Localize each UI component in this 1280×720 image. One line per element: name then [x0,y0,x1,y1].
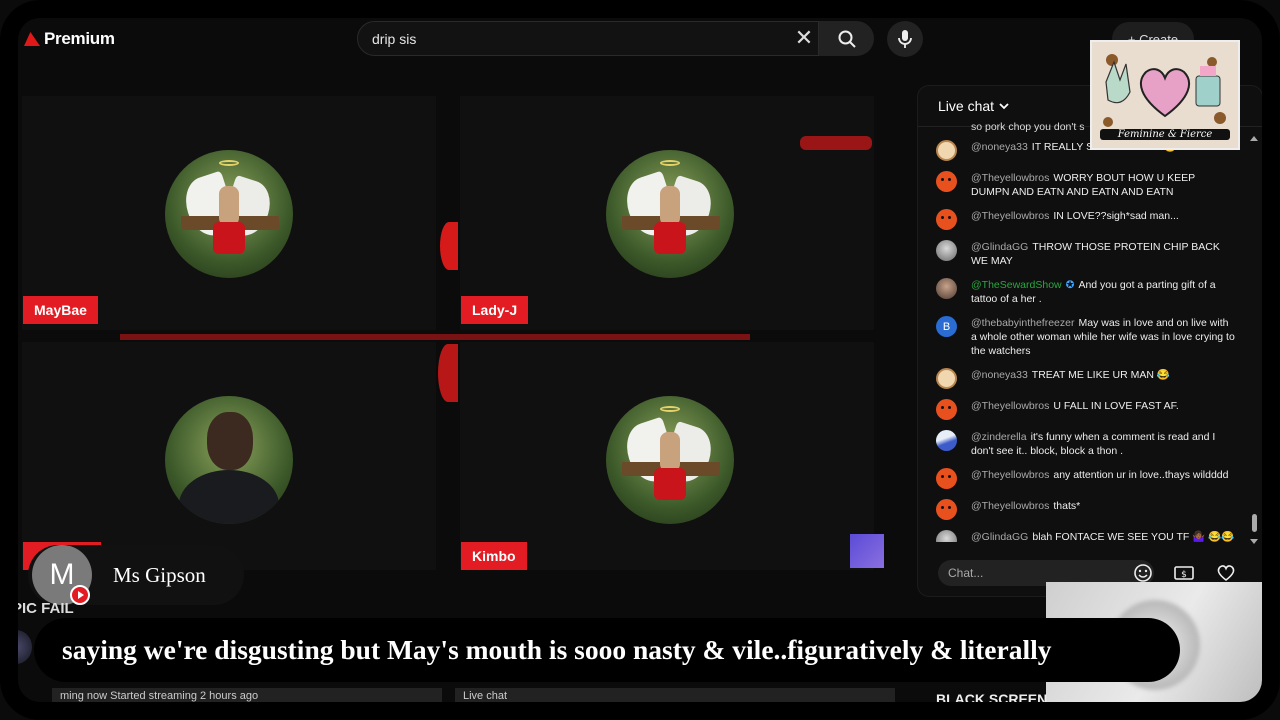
scroll-down-icon[interactable] [1250,539,1258,544]
user-avatar [936,530,957,542]
message-author[interactable]: @Theyellowbros [971,210,1049,222]
video-tile-3 [22,342,436,570]
message-author[interactable]: @GlindaGG [971,531,1028,542]
devil-avatar-icon [936,171,957,192]
participant-name-tag: MayBae [23,296,98,324]
message-author[interactable]: @thebabyinthefreezer [971,317,1074,329]
channel-thumbnail [0,630,32,664]
chevron-down-icon [999,103,1009,110]
emoji-icon [1134,564,1152,582]
caption-text: saying we're disgusting but May's mouth … [62,634,1052,665]
red-graphic-decoration [440,222,458,270]
message-text: IN LOVE??sigh*sad man... [1053,210,1179,222]
chat-scrollbar[interactable] [1250,136,1258,544]
chat-message: @GlindaGG THROW THOSE PROTEIN CHIP BACK W… [936,240,1236,268]
red-graphic-decoration [800,136,872,150]
live-chat-tab-label: Live chat [463,690,508,702]
user-avatar [936,240,957,261]
live-chat-panel: Live chat ✕ so pork chop you don't s @no… [917,85,1263,597]
message-text: blah FONTACE WE SEE YOU TF 🤷🏾‍♀️ 😂😂 [1032,531,1235,542]
chat-message: @Theyellowbros thats* [936,499,1236,520]
clear-search-button[interactable]: ✕ [790,27,818,51]
screen: Premium ✕ + Create MayBae Lady-J [0,0,1280,720]
person-avatar [165,396,293,524]
message-text: any attention ur in love..thays wildddd [1053,469,1229,481]
caption-banner: saying we're disgusting but May's mouth … [34,618,1180,682]
heart-icon [1217,565,1235,582]
message-author[interactable]: @Theyellowbros [971,400,1049,412]
chat-message: @zinderella it's funny when a comment is … [936,430,1236,458]
message-author[interactable]: @GlindaGG [971,241,1028,253]
feminine-fierce-sticker: Feminine & Fierce [1090,40,1240,150]
scroll-up-icon[interactable] [1250,136,1258,141]
message-author[interactable]: @zinderella [971,431,1027,443]
chat-message: @Theyellowbros any attention ur in love..… [936,468,1236,489]
search-icon [838,30,856,48]
devil-avatar-icon [936,499,957,520]
letter-avatar: B [936,316,957,337]
black-screen-label: BLACK SCREEN [936,691,1048,707]
message-author[interactable]: @noneya33 [971,141,1028,153]
devil-avatar-icon [936,468,957,489]
angel-avatar [606,396,734,524]
red-graphic-decoration [120,334,750,340]
devil-avatar-icon [936,399,957,420]
chat-message: B @thebabyinthefreezer May was in love an… [936,316,1236,358]
chat-message: @noneya33 TREAT ME LIKE UR MAN 😂 [936,368,1236,389]
participant-name-tag: Lady-J [461,296,529,324]
youtube-logo-icon [24,32,40,46]
message-text: so pork chop you don't s [971,121,1085,133]
video-tile-2: Lady-J [460,96,874,330]
live-chat-title: Live chat [938,98,995,114]
verified-badge-icon: ✪ [1065,279,1075,291]
chat-message-list[interactable]: so pork chop you don't s @noneya33 IT REA… [936,120,1236,542]
red-graphic-decoration [438,344,458,402]
chat-message: @Theyellowbros WORRY BOUT HOW U KEEP DUMP… [936,171,1236,199]
message-author[interactable]: @Theyellowbros [971,469,1049,481]
participant-name-tag: Kimbo [461,542,527,570]
voice-search-button[interactable] [887,21,923,57]
video-tile-4: Kimbo [460,342,884,570]
angel-avatar [606,150,734,278]
message-author[interactable]: @Theyellowbros [971,500,1049,512]
youtube-premium-logo[interactable]: Premium [24,29,115,49]
viewer-comment-card: M Ms Gipson [28,545,244,605]
message-text: thats* [1053,500,1081,512]
chat-message: @Theyellowbros IN LOVE??sigh*sad man... [936,209,1236,230]
money-icon: $ [1174,566,1194,580]
chat-message: @GlindaGG blah FONTACE WE SEE YOU TF 🤷🏾‍♀… [936,530,1236,542]
small-logo-thumbnail [850,534,884,568]
scrollbar-thumb[interactable] [1252,514,1257,532]
video-tile-1: MayBae [22,96,436,330]
message-text: U FALL IN LOVE FAST AF. [1053,400,1179,412]
microphone-icon [898,30,912,48]
bear-avatar-icon [936,140,957,161]
message-author[interactable]: @noneya33 [971,369,1028,381]
user-avatar [936,278,957,299]
live-chat-tab[interactable]: Live chat [455,688,895,704]
epic-fail-label: EPIC FAIL [2,600,74,617]
message-author[interactable]: @Theyellowbros [971,172,1049,184]
chat-message: @TheSewardShow ✪ And you got a parting gif… [936,278,1236,306]
logo-text: Premium [44,29,115,48]
chat-message: @Theyellowbros U FALL IN LOVE FAST AF. [936,399,1236,420]
search-box[interactable] [357,21,819,56]
bear-avatar-icon [936,368,957,389]
message-text: TREAT ME LIKE UR MAN 😂 [1031,369,1170,381]
viewer-name: Ms Gipson [113,563,206,587]
stream-status-text: ming now Started streaming 2 hours ago [60,690,259,702]
search-button[interactable] [819,21,874,56]
message-author[interactable]: @TheSewardShow [971,279,1062,291]
live-chat-dropdown[interactable]: Live chat [938,98,1010,114]
close-icon: ✕ [794,25,814,50]
stream-status-bar: ming now Started streaming 2 hours ago [52,688,442,704]
angel-avatar [165,150,293,278]
svg-text:$: $ [1181,570,1187,580]
sticker-text: Feminine & Fierce [1100,129,1230,140]
devil-avatar-icon [936,209,957,230]
user-avatar [936,430,957,451]
search-input[interactable] [372,30,772,47]
